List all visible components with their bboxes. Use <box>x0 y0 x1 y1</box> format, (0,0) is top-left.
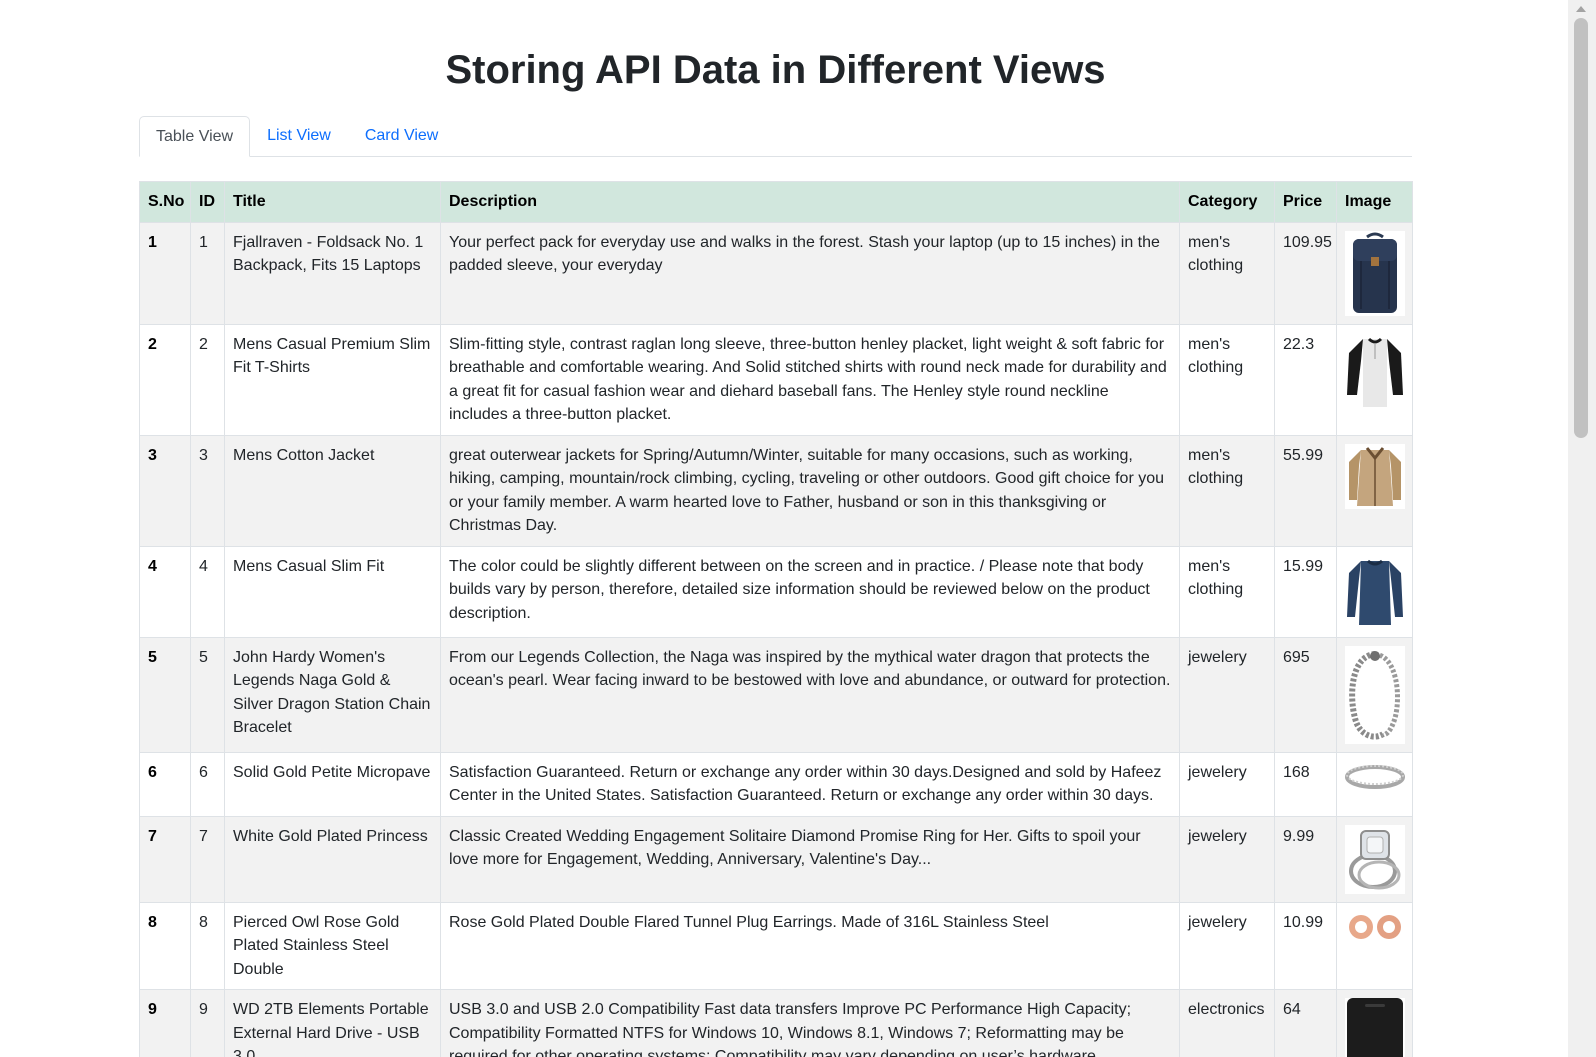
cell-price: 10.99 <box>1274 901 1337 990</box>
cell-description: great outerwear jackets for Spring/Autum… <box>440 434 1180 547</box>
header-category: Category <box>1179 181 1275 223</box>
page-title: Storing API Data in Different Views <box>445 48 1106 92</box>
table-row: 7 7 White Gold Plated Princess Classic C… <box>139 815 1413 903</box>
cell-price: 64 <box>1274 989 1337 1057</box>
cell-category: jewelery <box>1179 751 1275 817</box>
cell-id: 5 <box>190 636 225 753</box>
cell-image <box>1336 221 1413 325</box>
header-description: Description <box>440 181 1180 223</box>
cell-image <box>1336 751 1413 817</box>
jacket-icon <box>1344 443 1405 509</box>
cell-category: men's clothing <box>1179 545 1275 638</box>
table-row: 6 6 Solid Gold Petite Micropave Satisfac… <box>139 751 1413 817</box>
cell-sno: 8 <box>139 901 191 990</box>
cell-image <box>1336 989 1413 1057</box>
cell-category: jewelery <box>1179 636 1275 753</box>
view-tabs: Table View List View Card View <box>139 116 1412 157</box>
bracelet-icon <box>1344 645 1405 744</box>
cell-category: electronics <box>1179 989 1275 1057</box>
cell-description: Satisfaction Guaranteed. Return or excha… <box>440 751 1180 817</box>
band-ring-icon <box>1344 760 1405 793</box>
tab-table-view[interactable]: Table View <box>139 116 251 157</box>
cell-id: 4 <box>190 545 225 638</box>
cell-image <box>1336 434 1413 547</box>
cell-id: 3 <box>190 434 225 547</box>
scroll-up-icon[interactable] <box>1576 6 1586 12</box>
cell-title: White Gold Plated Princess <box>224 815 441 903</box>
page: Storing API Data in Different Views Tabl… <box>0 0 1568 1057</box>
cell-title: John Hardy Women's Legends Naga Gold & S… <box>224 636 441 753</box>
cell-description: USB 3.0 and USB 2.0 Compatibility Fast d… <box>440 989 1180 1057</box>
table-row: 9 9 WD 2TB Elements Portable External Ha… <box>139 989 1413 1057</box>
cell-sno: 9 <box>139 989 191 1057</box>
cell-title: Mens Casual Slim Fit <box>224 545 441 638</box>
header-price: Price <box>1274 181 1337 223</box>
cell-category: men's clothing <box>1179 323 1275 436</box>
table-row: 2 2 Mens Casual Premium Slim Fit T-Shirt… <box>139 323 1413 436</box>
cell-description: Classic Created Wedding Engagement Solit… <box>440 815 1180 903</box>
cell-id: 1 <box>190 221 225 325</box>
cell-sno: 2 <box>139 323 191 436</box>
cell-image <box>1336 815 1413 903</box>
cell-title: Solid Gold Petite Micropave <box>224 751 441 817</box>
table-row: 3 3 Mens Cotton Jacket great outerwear j… <box>139 434 1413 547</box>
vertical-scrollbar[interactable] <box>1568 0 1596 1057</box>
scrollbar-thumb[interactable] <box>1574 18 1588 438</box>
cell-id: 9 <box>190 989 225 1057</box>
header-title: Title <box>224 181 441 223</box>
cell-category: men's clothing <box>1179 434 1275 547</box>
cell-category: men's clothing <box>1179 221 1275 325</box>
cell-title: Mens Cotton Jacket <box>224 434 441 547</box>
cell-sno: 7 <box>139 815 191 903</box>
cell-image <box>1336 545 1413 638</box>
cell-sno: 1 <box>139 221 191 325</box>
cell-category: jewelery <box>1179 901 1275 990</box>
cell-description: Slim-fitting style, contrast raglan long… <box>440 323 1180 436</box>
cell-price: 695 <box>1274 636 1337 753</box>
cell-id: 7 <box>190 815 225 903</box>
diamond-ring-icon <box>1344 824 1405 894</box>
cell-sno: 3 <box>139 434 191 547</box>
cell-id: 2 <box>190 323 225 436</box>
cell-description: Your perfect pack for everyday use and w… <box>440 221 1180 325</box>
cell-sno: 5 <box>139 636 191 753</box>
cell-title: WD 2TB Elements Portable External Hard D… <box>224 989 441 1057</box>
cell-price: 15.99 <box>1274 545 1337 638</box>
longsleeve-shirt-icon <box>1344 554 1405 629</box>
cell-image <box>1336 636 1413 753</box>
table-row: 5 5 John Hardy Women's Legends Naga Gold… <box>139 636 1413 753</box>
tab-list-view[interactable]: List View <box>250 116 348 156</box>
cell-id: 8 <box>190 901 225 990</box>
cell-price: 55.99 <box>1274 434 1337 547</box>
cell-title: Pierced Owl Rose Gold Plated Stainless S… <box>224 901 441 990</box>
cell-price: 22.3 <box>1274 323 1337 436</box>
cell-sno: 6 <box>139 751 191 817</box>
cell-image <box>1336 323 1413 436</box>
header-image: Image <box>1336 181 1413 223</box>
cell-description: The color could be slightly different be… <box>440 545 1180 638</box>
cell-description: Rose Gold Plated Double Flared Tunnel Pl… <box>440 901 1180 990</box>
header-id: ID <box>190 181 225 223</box>
tab-card-view[interactable]: Card View <box>348 116 456 156</box>
earrings-icon <box>1344 910 1405 943</box>
cell-category: jewelery <box>1179 815 1275 903</box>
table-row: 8 8 Pierced Owl Rose Gold Plated Stainle… <box>139 901 1413 990</box>
products-table: S.No ID Title Description Category Price… <box>139 181 1413 1057</box>
backpack-icon <box>1344 230 1405 316</box>
cell-id: 6 <box>190 751 225 817</box>
cell-price: 9.99 <box>1274 815 1337 903</box>
table-row: 1 1 Fjallraven - Foldsack No. 1 Backpack… <box>139 221 1413 325</box>
cell-title: Fjallraven - Foldsack No. 1 Backpack, Fi… <box>224 221 441 325</box>
cell-image <box>1336 901 1413 990</box>
table-row: 4 4 Mens Casual Slim Fit The color could… <box>139 545 1413 638</box>
cell-title: Mens Casual Premium Slim Fit T-Shirts <box>224 323 441 436</box>
hard-drive-icon <box>1344 998 1405 1057</box>
cell-description: From our Legends Collection, the Naga wa… <box>440 636 1180 753</box>
table-header-row: S.No ID Title Description Category Price… <box>139 181 1413 223</box>
header-sno: S.No <box>139 181 191 223</box>
cell-price: 109.95 <box>1274 221 1337 325</box>
cell-price: 168 <box>1274 751 1337 817</box>
raglan-tshirt-icon <box>1344 332 1405 411</box>
cell-sno: 4 <box>139 545 191 638</box>
